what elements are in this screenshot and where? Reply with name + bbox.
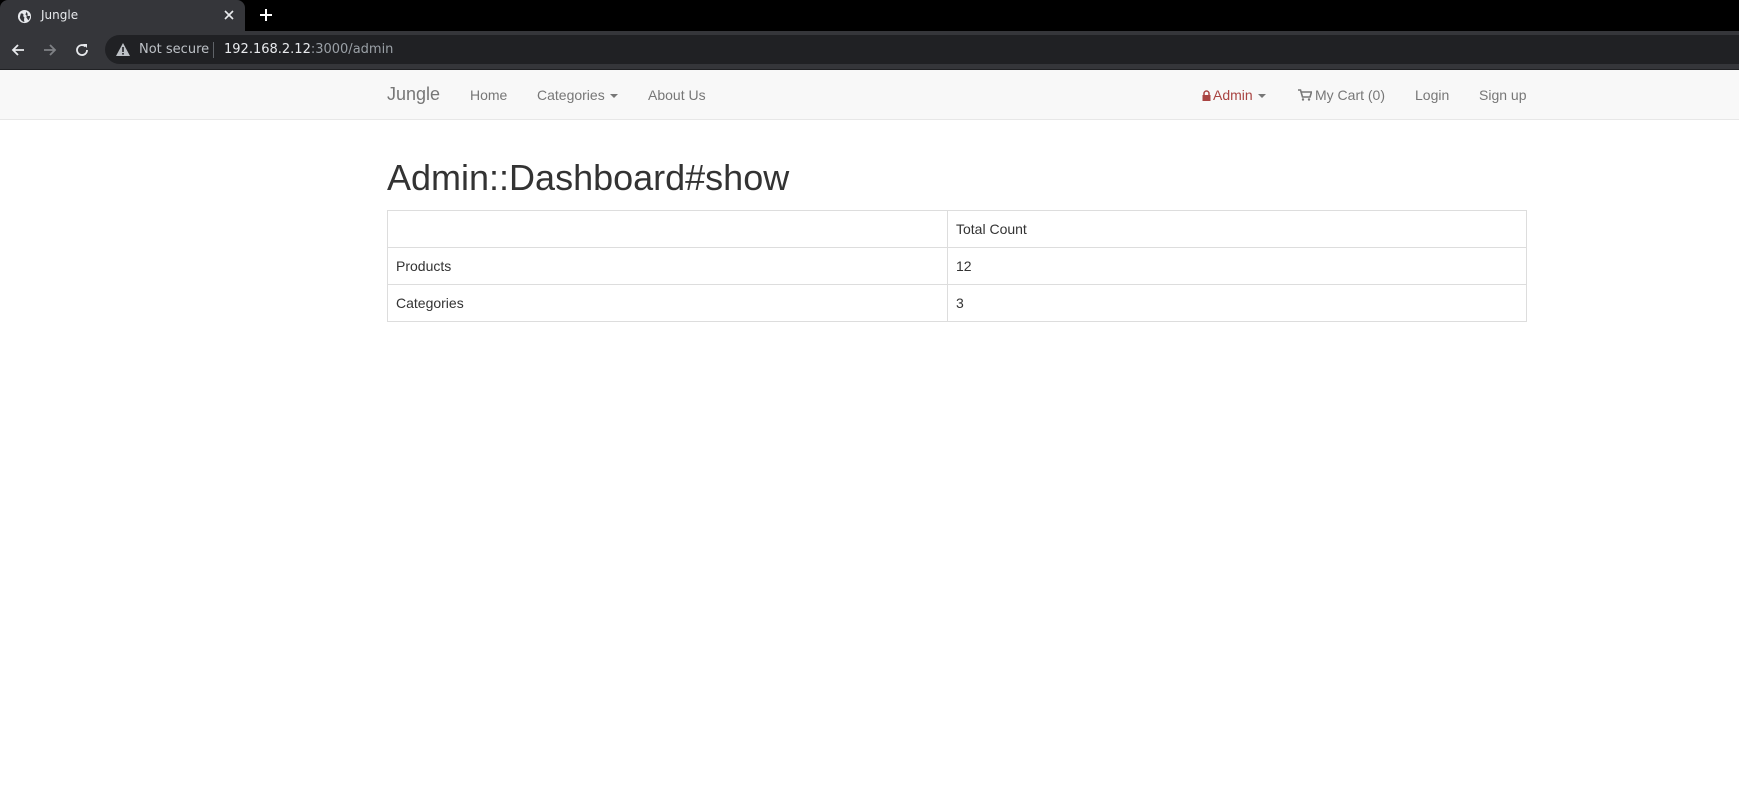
back-arrow-icon[interactable] — [10, 42, 26, 58]
plus-icon[interactable] — [258, 7, 274, 23]
nav-cart-label: My Cart (0) — [1315, 87, 1385, 103]
caret-down-icon — [1257, 94, 1266, 99]
nav-admin-dropdown[interactable]: Admin — [1202, 87, 1266, 103]
url-path: :3000/admin — [310, 42, 394, 57]
globe-icon — [17, 9, 32, 24]
nav-about[interactable]: About Us — [648, 87, 706, 103]
nav-login[interactable]: Login — [1415, 87, 1449, 103]
tab-title: Jungle — [41, 8, 79, 22]
table-cell: Categories — [387, 284, 948, 322]
nav-admin-label: Admin — [1213, 87, 1253, 103]
table-header-row: Total Count — [387, 210, 1527, 248]
nav-home[interactable]: Home — [470, 87, 507, 103]
table-row: Categories 3 — [387, 284, 1527, 322]
table-cell: Products — [387, 247, 948, 285]
url-host: 192.168.2.12 — [224, 42, 311, 57]
nav-categories-dropdown[interactable]: Categories — [537, 87, 618, 103]
caret-down-icon — [609, 94, 618, 99]
browser-toolbar: Not secure 192.168.2.12:3000/admin — [0, 31, 1739, 69]
security-indicator[interactable]: Not secure — [139, 42, 209, 57]
table-header-cell — [387, 210, 948, 248]
table-cell: 3 — [947, 284, 1527, 322]
browser-tabstrip: Jungle — [0, 0, 1739, 31]
url-text[interactable]: 192.168.2.12:3000/admin — [224, 42, 393, 57]
table-header-cell: Total Count — [947, 210, 1527, 248]
brand-link[interactable]: Jungle — [387, 84, 440, 105]
cart-icon — [1298, 89, 1312, 101]
dashboard-table: Total Count Products 12 Categories 3 — [387, 210, 1527, 322]
close-icon[interactable] — [221, 7, 237, 23]
omnibox-divider — [213, 42, 214, 58]
lock-icon — [1202, 90, 1211, 101]
page-title: Admin::Dashboard#show — [387, 157, 790, 198]
table-row: Products 12 — [387, 247, 1527, 285]
forward-arrow-icon[interactable] — [42, 42, 58, 58]
nav-signup[interactable]: Sign up — [1479, 87, 1526, 103]
site-navbar: Jungle Home Categories About Us Admin My… — [0, 70, 1739, 120]
reload-icon[interactable] — [74, 42, 90, 58]
warning-icon — [116, 43, 130, 56]
browser-tab[interactable]: Jungle — [0, 0, 245, 31]
address-bar[interactable]: Not secure 192.168.2.12:3000/admin — [105, 35, 1739, 64]
nav-cart[interactable]: My Cart (0) — [1298, 87, 1385, 103]
nav-categories-label: Categories — [537, 87, 605, 103]
table-cell: 12 — [947, 247, 1527, 285]
